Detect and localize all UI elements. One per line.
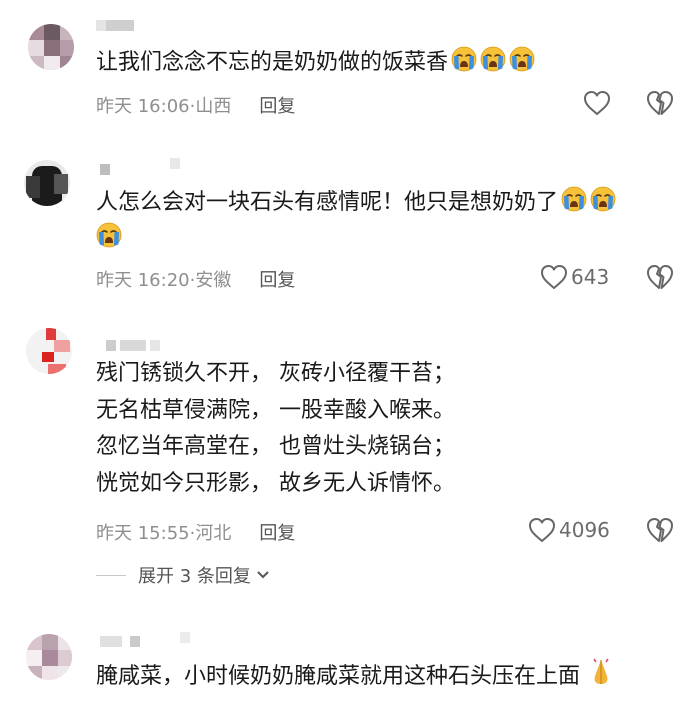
comment-text: 腌咸菜，小时候奶奶腌咸菜就用这种石头压在上面 [96,658,612,695]
hands-pressed-together-icon [593,658,609,684]
comment-4: 腌咸菜，小时候奶奶腌咸菜就用这种石头压在上面 [0,0,700,702]
comment-body: 腌咸菜，小时候奶奶腌咸菜就用这种石头压在上面 [96,664,581,689]
avatar[interactable] [26,634,72,680]
